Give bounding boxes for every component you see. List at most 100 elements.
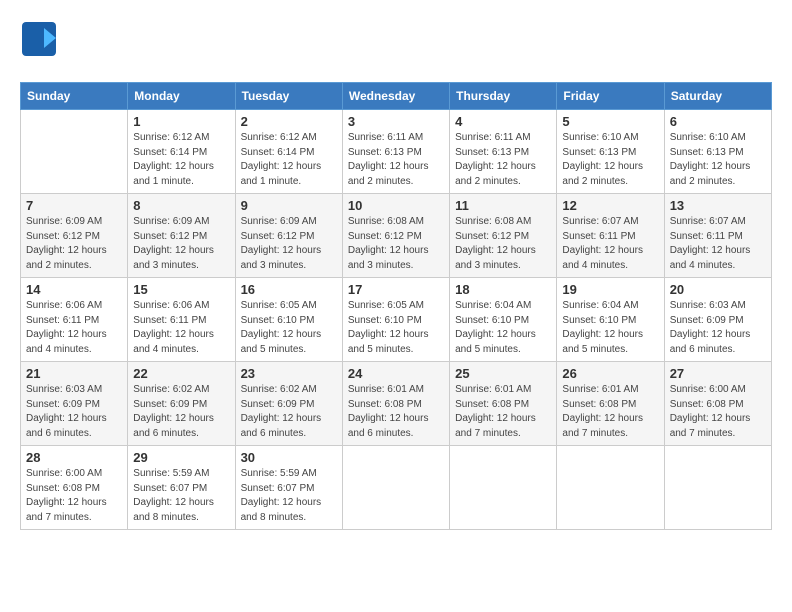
calendar-cell: 11 Sunrise: 6:08 AMSunset: 6:12 PMDayligh… <box>450 194 557 278</box>
weekday-header-thursday: Thursday <box>450 83 557 110</box>
day-info: Sunrise: 6:07 AMSunset: 6:11 PMDaylight:… <box>562 215 658 273</box>
calendar-week-1: 1 Sunrise: 6:12 AMSunset: 6:14 PMDaylight… <box>21 110 772 194</box>
calendar-cell: 13 Sunrise: 6:07 AMSunset: 6:11 PMDayligh… <box>664 194 771 278</box>
day-number: 9 <box>241 198 337 213</box>
calendar-cell: 10 Sunrise: 6:08 AMSunset: 6:12 PMDayligh… <box>342 194 449 278</box>
day-number: 24 <box>348 366 444 381</box>
day-number: 7 <box>26 198 122 213</box>
day-info: Sunrise: 6:04 AMSunset: 6:10 PMDaylight:… <box>562 299 658 357</box>
day-info: Sunrise: 6:01 AMSunset: 6:08 PMDaylight:… <box>348 383 444 441</box>
day-info: Sunrise: 6:02 AMSunset: 6:09 PMDaylight:… <box>133 383 229 441</box>
day-info: Sunrise: 6:12 AMSunset: 6:14 PMDaylight:… <box>241 131 337 189</box>
day-number: 30 <box>241 450 337 465</box>
day-number: 27 <box>670 366 766 381</box>
calendar-cell: 2 Sunrise: 6:12 AMSunset: 6:14 PMDaylight… <box>235 110 342 194</box>
calendar-cell: 18 Sunrise: 6:04 AMSunset: 6:10 PMDayligh… <box>450 278 557 362</box>
day-number: 21 <box>26 366 122 381</box>
day-number: 11 <box>455 198 551 213</box>
calendar-cell: 19 Sunrise: 6:04 AMSunset: 6:10 PMDayligh… <box>557 278 664 362</box>
logo-icon <box>20 20 58 58</box>
day-info: Sunrise: 6:09 AMSunset: 6:12 PMDaylight:… <box>133 215 229 273</box>
calendar-cell: 28 Sunrise: 6:00 AMSunset: 6:08 PMDayligh… <box>21 446 128 530</box>
day-info: Sunrise: 6:08 AMSunset: 6:12 PMDaylight:… <box>455 215 551 273</box>
weekday-header-monday: Monday <box>128 83 235 110</box>
day-number: 12 <box>562 198 658 213</box>
day-info: Sunrise: 6:10 AMSunset: 6:13 PMDaylight:… <box>670 131 766 189</box>
day-number: 16 <box>241 282 337 297</box>
day-info: Sunrise: 6:01 AMSunset: 6:08 PMDaylight:… <box>455 383 551 441</box>
calendar-cell: 17 Sunrise: 6:05 AMSunset: 6:10 PMDayligh… <box>342 278 449 362</box>
calendar-cell: 23 Sunrise: 6:02 AMSunset: 6:09 PMDayligh… <box>235 362 342 446</box>
day-number: 28 <box>26 450 122 465</box>
calendar-cell: 20Sunrise: 6:03 AMSunset: 6:09 PMDayligh… <box>664 278 771 362</box>
calendar-cell: 16 Sunrise: 6:05 AMSunset: 6:10 PMDayligh… <box>235 278 342 362</box>
day-info: Sunrise: 6:10 AMSunset: 6:13 PMDaylight:… <box>562 131 658 189</box>
calendar-cell <box>557 446 664 530</box>
day-number: 1 <box>133 114 229 129</box>
weekday-header-tuesday: Tuesday <box>235 83 342 110</box>
calendar-cell: 12 Sunrise: 6:07 AMSunset: 6:11 PMDayligh… <box>557 194 664 278</box>
calendar-cell: 9 Sunrise: 6:09 AMSunset: 6:12 PMDaylight… <box>235 194 342 278</box>
day-number: 26 <box>562 366 658 381</box>
calendar-cell: 25 Sunrise: 6:01 AMSunset: 6:08 PMDayligh… <box>450 362 557 446</box>
weekday-header-friday: Friday <box>557 83 664 110</box>
day-info: Sunrise: 6:08 AMSunset: 6:12 PMDaylight:… <box>348 215 444 273</box>
day-number: 22 <box>133 366 229 381</box>
day-number: 3 <box>348 114 444 129</box>
day-number: 14 <box>26 282 122 297</box>
calendar-cell: 8 Sunrise: 6:09 AMSunset: 6:12 PMDaylight… <box>128 194 235 278</box>
day-info: Sunrise: 6:05 AMSunset: 6:10 PMDaylight:… <box>348 299 444 357</box>
calendar-cell: 27 Sunrise: 6:00 AMSunset: 6:08 PMDayligh… <box>664 362 771 446</box>
day-number: 8 <box>133 198 229 213</box>
day-info: Sunrise: 6:11 AMSunset: 6:13 PMDaylight:… <box>348 131 444 189</box>
day-info: Sunrise: 6:09 AMSunset: 6:12 PMDaylight:… <box>241 215 337 273</box>
day-info: Sunrise: 6:09 AMSunset: 6:12 PMDaylight:… <box>26 215 122 273</box>
calendar-cell <box>21 110 128 194</box>
calendar-cell: 22 Sunrise: 6:02 AMSunset: 6:09 PMDayligh… <box>128 362 235 446</box>
day-info: Sunrise: 6:04 AMSunset: 6:10 PMDaylight:… <box>455 299 551 357</box>
day-info: Sunrise: 6:06 AMSunset: 6:11 PMDaylight:… <box>133 299 229 357</box>
calendar-cell: 1 Sunrise: 6:12 AMSunset: 6:14 PMDaylight… <box>128 110 235 194</box>
day-number: 13 <box>670 198 766 213</box>
day-number: 25 <box>455 366 551 381</box>
day-info: Sunrise: 6:06 AMSunset: 6:11 PMDaylight:… <box>26 299 122 357</box>
calendar-cell: 3 Sunrise: 6:11 AMSunset: 6:13 PMDaylight… <box>342 110 449 194</box>
weekday-header-saturday: Saturday <box>664 83 771 110</box>
calendar-cell: 29Sunrise: 5:59 AMSunset: 6:07 PMDayligh… <box>128 446 235 530</box>
day-info: Sunrise: 6:02 AMSunset: 6:09 PMDaylight:… <box>241 383 337 441</box>
day-info: Sunrise: 5:59 AMSunset: 6:07 PMDaylight:… <box>241 467 337 525</box>
day-number: 6 <box>670 114 766 129</box>
day-info: Sunrise: 6:00 AMSunset: 6:08 PMDaylight:… <box>26 467 122 525</box>
weekday-header-wednesday: Wednesday <box>342 83 449 110</box>
day-info: Sunrise: 6:12 AMSunset: 6:14 PMDaylight:… <box>133 131 229 189</box>
calendar-cell: 4Sunrise: 6:11 AMSunset: 6:13 PMDaylight… <box>450 110 557 194</box>
calendar-cell <box>342 446 449 530</box>
calendar-cell <box>450 446 557 530</box>
calendar-cell: 14 Sunrise: 6:06 AMSunset: 6:11 PMDayligh… <box>21 278 128 362</box>
day-number: 19 <box>562 282 658 297</box>
day-info: Sunrise: 6:01 AMSunset: 6:08 PMDaylight:… <box>562 383 658 441</box>
day-number: 5 <box>562 114 658 129</box>
day-number: 17 <box>348 282 444 297</box>
calendar-cell: 24 Sunrise: 6:01 AMSunset: 6:08 PMDayligh… <box>342 362 449 446</box>
day-info: Sunrise: 6:05 AMSunset: 6:10 PMDaylight:… <box>241 299 337 357</box>
day-info: Sunrise: 6:11 AMSunset: 6:13 PMDaylight:… <box>455 131 551 189</box>
day-info: Sunrise: 6:03 AMSunset: 6:09 PMDaylight:… <box>670 299 766 357</box>
day-number: 10 <box>348 198 444 213</box>
logo <box>20 20 58 58</box>
day-number: 2 <box>241 114 337 129</box>
calendar-cell: 5 Sunrise: 6:10 AMSunset: 6:13 PMDaylight… <box>557 110 664 194</box>
calendar-cell: 15Sunrise: 6:06 AMSunset: 6:11 PMDayligh… <box>128 278 235 362</box>
day-number: 18 <box>455 282 551 297</box>
calendar-cell: 30 Sunrise: 5:59 AMSunset: 6:07 PMDayligh… <box>235 446 342 530</box>
day-info: Sunrise: 6:00 AMSunset: 6:08 PMDaylight:… <box>670 383 766 441</box>
calendar-cell: 26 Sunrise: 6:01 AMSunset: 6:08 PMDayligh… <box>557 362 664 446</box>
calendar-week-3: 14 Sunrise: 6:06 AMSunset: 6:11 PMDayligh… <box>21 278 772 362</box>
calendar-week-2: 7 Sunrise: 6:09 AMSunset: 6:12 PMDaylight… <box>21 194 772 278</box>
day-info: Sunrise: 6:07 AMSunset: 6:11 PMDaylight:… <box>670 215 766 273</box>
day-number: 23 <box>241 366 337 381</box>
day-number: 29 <box>133 450 229 465</box>
calendar-week-5: 28 Sunrise: 6:00 AMSunset: 6:08 PMDayligh… <box>21 446 772 530</box>
calendar-week-4: 21 Sunrise: 6:03 AMSunset: 6:09 PMDayligh… <box>21 362 772 446</box>
day-info: Sunrise: 6:03 AMSunset: 6:09 PMDaylight:… <box>26 383 122 441</box>
